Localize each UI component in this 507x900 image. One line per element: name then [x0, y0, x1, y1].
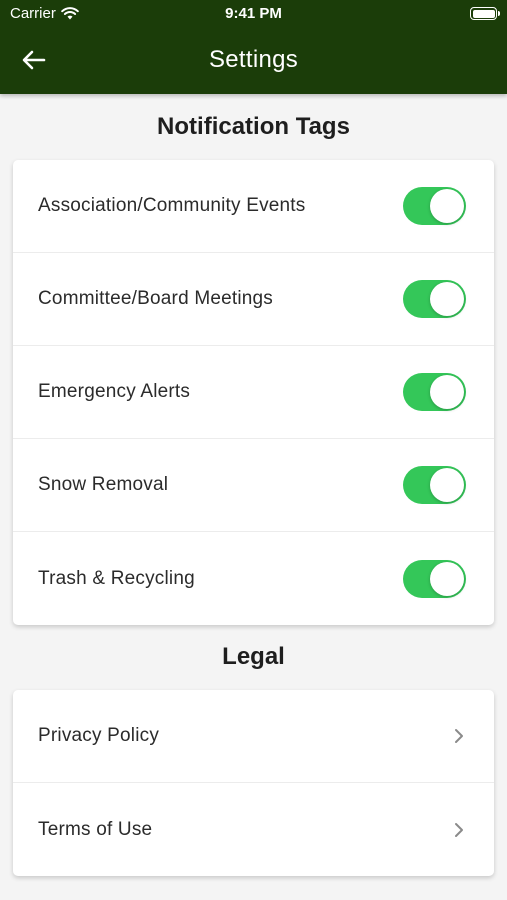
legal-item-terms-of-use[interactable]: Terms of Use	[13, 783, 494, 876]
status-time: 9:41 PM	[225, 5, 282, 22]
battery-icon	[470, 7, 500, 20]
notification-item-association-community-events: Association/Community Events	[13, 160, 494, 253]
page-title: Settings	[208, 46, 299, 73]
legal-card: Privacy Policy Terms of Use	[13, 690, 494, 876]
notification-item-label: Trash & Recycling	[38, 567, 195, 589]
legal-item-privacy-policy[interactable]: Privacy Policy	[13, 690, 494, 783]
notification-item-label: Committee/Board Meetings	[38, 288, 274, 309]
snow-removal-toggle[interactable]	[403, 466, 466, 504]
notification-item-label: Association/Community Events	[38, 195, 306, 216]
notification-tags-card: Association/Community Events Committee/B…	[13, 160, 494, 625]
toggle-knob	[430, 189, 464, 223]
notification-item-label: Emergency Alerts	[38, 381, 191, 402]
status-bar: Carrier 9:41 PM	[0, 0, 507, 28]
committee-meetings-toggle[interactable]	[403, 280, 466, 318]
legal-heading: Legal	[222, 643, 285, 670]
trash-recycling-toggle[interactable]	[403, 559, 466, 598]
notification-item-snow-removal: Snow Removal	[13, 439, 494, 532]
toggle-knob	[430, 282, 464, 316]
app-header: Carrier 9:41 PM Settings	[0, 0, 507, 94]
notification-item-trash-recycling: Trash & Recycling	[13, 532, 494, 625]
legal-item-label: Privacy Policy	[38, 725, 160, 746]
toggle-knob	[430, 561, 464, 596]
nav-bar: Settings	[0, 28, 507, 94]
association-events-toggle[interactable]	[403, 187, 466, 225]
legal-item-label: Terms of Use	[38, 818, 153, 840]
notification-tags-heading: Notification Tags	[157, 113, 350, 140]
notification-item-emergency-alerts: Emergency Alerts	[13, 346, 494, 439]
toggle-knob	[430, 375, 464, 409]
toggle-knob	[430, 468, 464, 502]
chevron-right-icon	[452, 727, 466, 745]
chevron-right-icon	[452, 821, 466, 839]
notification-item-committee-board-meetings: Committee/Board Meetings	[13, 253, 494, 346]
emergency-alerts-toggle[interactable]	[403, 373, 466, 411]
notification-item-label: Snow Removal	[38, 474, 169, 495]
